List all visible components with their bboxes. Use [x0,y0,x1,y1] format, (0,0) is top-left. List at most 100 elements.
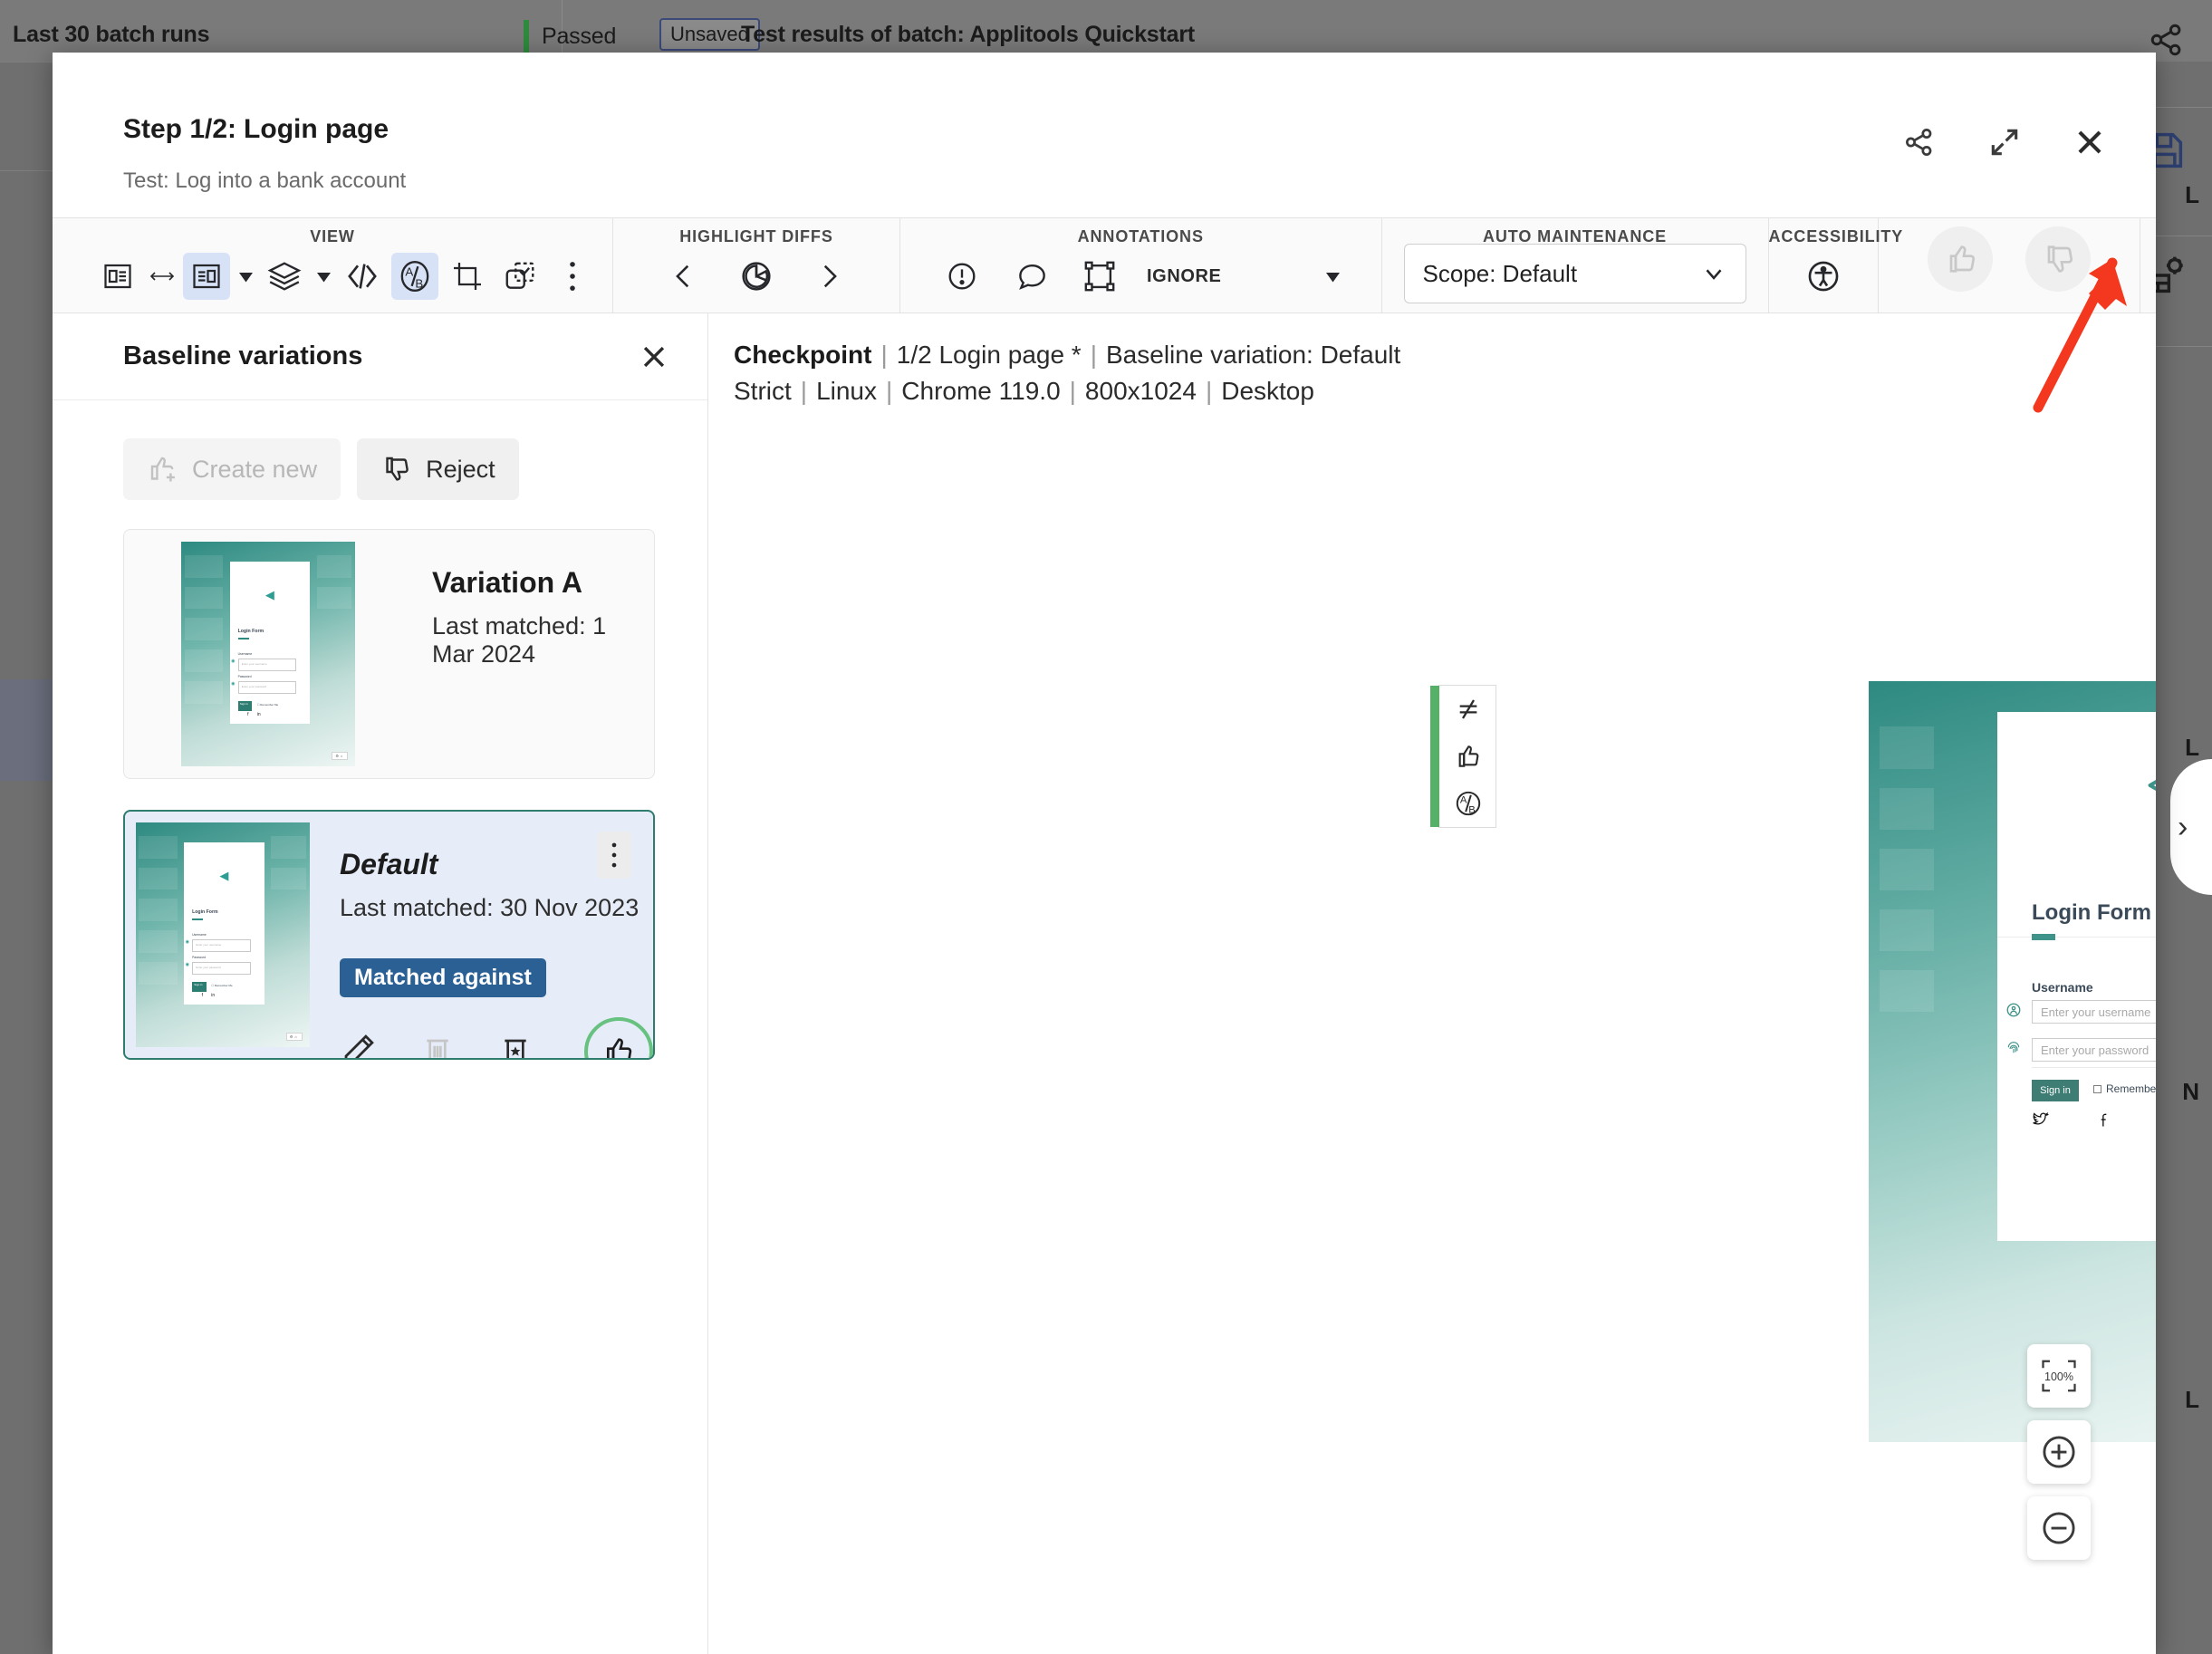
layers-dropdown-caret[interactable] [313,253,333,300]
baseline-variations-panel: Baseline variations Create new [53,313,708,1654]
accept-variation-button[interactable] [584,1017,653,1060]
chevron-right-icon: › [2178,810,2188,845]
signin-button[interactable]: Sign in [2032,1080,2079,1101]
scope-select[interactable]: Scope: Default [1404,244,1746,303]
expand-icon[interactable] [1986,123,2024,161]
device-label: Desktop [1221,377,1314,405]
background-status-label: Passed [542,24,616,50]
separator: | [1070,377,1076,405]
view-dropdown-caret[interactable] [236,253,255,300]
svg-text:B: B [1468,804,1476,815]
username-input[interactable]: Enter your username [2032,1000,2156,1024]
zoom-in-button[interactable] [2027,1420,2091,1484]
highlight-diffs-icon[interactable] [733,253,780,300]
code-icon[interactable] [339,253,386,300]
checkbox-box [2093,1085,2101,1093]
remember-me-label: Remember Me [2106,1082,2156,1095]
password-input[interactable]: Enter your password [2032,1038,2156,1062]
step-detail-modal: Step 1/2:Login page Test: Log into a ban… [53,53,2156,1654]
step-counter: Step 1/2: [123,114,236,144]
toolbar-group-label: VIEW [53,227,612,246]
accessibility-icon[interactable] [1800,253,1847,300]
user-circle-icon [2005,1002,2022,1023]
viewport-label: 800x1024 [1085,377,1197,405]
scope-select-value: Scope: Default [1423,260,1578,288]
variation-card-actions [340,1017,653,1060]
thumbs-down-icon[interactable] [2025,226,2091,292]
separator: | [886,377,892,405]
delete-icon[interactable] [419,1032,456,1061]
checkpoint-screenshot[interactable]: Login Form Username Enter your username … [1869,681,2156,1442]
svg-text:B: B [415,276,423,290]
separator: | [801,377,807,405]
share-icon[interactable] [1900,123,1938,161]
annotation-mode-label: IGNORE [1147,266,1222,287]
expand-panel-tab[interactable]: › [2170,759,2212,895]
next-diff-icon[interactable] [805,253,852,300]
thumbs-up-icon[interactable] [1439,733,1497,780]
zoom-level-label: 100% [2044,1370,2073,1383]
swap-arrows-icon[interactable] [147,253,178,300]
baseline-panel-title: Baseline variations [123,341,362,371]
thumbs-down-icon [380,453,413,486]
baseline-variation-list: ◀ Login Form Username ◉ Enter your usern… [53,529,707,1654]
separator: | [1206,377,1212,405]
checkpoint-viewer: Checkpoint|1/2 Login page *|Baseline var… [708,313,2156,1654]
variation-card[interactable]: ◀ Login Form Username ◉ Enter your usern… [123,529,655,779]
close-icon[interactable] [635,338,673,376]
toolbar-group-label: AUTO MAINTENANCE [1382,227,1768,246]
ab-compare-icon[interactable]: A B [391,253,438,300]
facebook-icon[interactable] [2095,1111,2113,1133]
reject-button[interactable]: Reject [357,438,519,500]
background-side-letter: N [2182,1078,2199,1106]
ignore-region-icon[interactable] [1080,253,1120,300]
remember-me-checkbox[interactable]: Remember Me [2093,1082,2156,1095]
more-options-icon[interactable] [549,253,596,300]
create-new-label: Create new [192,456,317,484]
variation-more-options-icon[interactable] [597,832,631,879]
background-side-letter: L [2185,1386,2199,1414]
baseline-panel-header: Baseline variations [53,313,707,400]
previous-diff-icon[interactable] [660,253,707,300]
modal-header: Step 1/2:Login page Test: Log into a ban… [53,53,2156,168]
annotations-dropdown-caret[interactable] [1323,253,1343,300]
toolbar-group-accessibility: ACCESSIBILITY [1769,218,1879,313]
close-icon[interactable] [2071,123,2109,161]
twitter-icon[interactable] [2032,1111,2050,1133]
ab-compare-icon[interactable]: A B [1439,780,1497,827]
select-region-icon[interactable] [496,253,543,300]
toolbar-group-label: ACCESSIBILITY [1769,227,1878,246]
comment-annotation-icon[interactable] [1009,253,1056,300]
create-new-button[interactable]: Create new [123,438,341,500]
region-mini-toolbar: A B [1438,685,1496,828]
toolbar-group-auto-maintenance: AUTO MAINTENANCE Scope: Default [1382,218,1769,313]
single-view-icon[interactable] [94,253,141,300]
match-level: Strict [734,377,792,405]
alert-annotation-icon[interactable] [938,253,986,300]
signin-label: Sign in [2040,1085,2071,1096]
edit-icon[interactable] [340,1031,378,1061]
crop-icon[interactable] [444,253,491,300]
os-label: Linux [816,377,877,405]
variation-card-selected[interactable]: ◀ Login Form Username ◉ Enter your usern… [123,810,655,1060]
login-form-heading: Login Form [2032,900,2151,926]
zoom-out-button[interactable] [2027,1496,2091,1560]
zoom-fit-button[interactable]: 100% [2027,1344,2091,1408]
toolbar-group-label: HIGHLIGHT DIFFS [613,227,899,246]
svg-text:A: A [1460,795,1467,806]
modal-header-actions [1900,123,2109,161]
step-title: Login page [244,114,389,144]
delete-baseline-icon[interactable] [497,1032,534,1061]
zoom-controls: 100% [2027,1344,2091,1560]
thumbs-up-icon[interactable] [1928,226,1993,292]
variation-last-matched: Last matched: 1 Mar 2024 [432,612,654,668]
layers-icon[interactable] [261,253,308,300]
variation-details: Variation A Last matched: 1 Mar 2024 [412,530,654,778]
not-equal-icon[interactable] [1439,686,1497,733]
svg-text:A: A [405,265,413,279]
variation-thumbnail: ◀ Login Form Username ◉ Enter your usern… [125,812,320,1058]
background-batch-title: Test results of batch: Applitools Quicks… [741,22,1195,48]
zoom-in-icon [2038,1431,2080,1473]
toolbar-group-annotations: ANNOTATIONS [900,218,1382,313]
side-by-side-view-icon[interactable] [183,253,230,300]
